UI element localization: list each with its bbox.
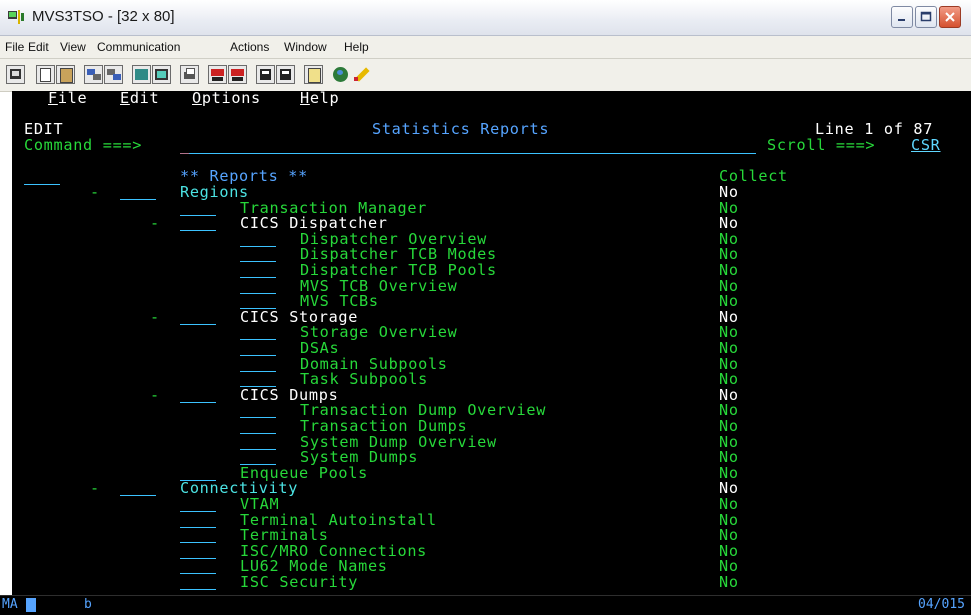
row-select-field[interactable] xyxy=(240,277,276,278)
terminal-screen[interactable]: File Edit Options Help EDIT Statistics R… xyxy=(12,90,971,595)
row-select-field[interactable] xyxy=(240,245,276,247)
macro-play-icon[interactable] xyxy=(256,65,275,84)
menu-communication[interactable]: Communication xyxy=(97,40,180,54)
toolbar xyxy=(0,59,971,92)
panel-title: Statistics Reports xyxy=(372,120,550,138)
menu-window[interactable]: Window xyxy=(284,40,327,54)
command-input-underline xyxy=(180,153,756,154)
title-bar: MVS3TSO - [32 x 80] xyxy=(0,0,971,36)
row-select-field[interactable] xyxy=(240,339,276,341)
action-file[interactable]: File xyxy=(48,90,87,107)
row-select-field[interactable] xyxy=(180,526,216,528)
print-icon[interactable] xyxy=(180,65,199,84)
row-select-field[interactable] xyxy=(240,355,276,356)
row-select-field[interactable] xyxy=(180,214,216,216)
row-select-field[interactable] xyxy=(180,557,216,559)
collapse-toggle[interactable]: - xyxy=(150,387,160,404)
collect-value[interactable]: No xyxy=(719,574,739,591)
row-select-field[interactable] xyxy=(120,199,156,200)
status-cursor-position: 04/015 xyxy=(918,597,965,612)
command-label: Command ===> xyxy=(24,136,143,154)
copy-icon[interactable] xyxy=(36,65,55,84)
action-help[interactable]: Help xyxy=(300,90,339,107)
menu-actions[interactable]: Actions xyxy=(230,40,269,54)
window-title: MVS3TSO - [32 x 80] xyxy=(32,8,175,25)
row-select-field[interactable] xyxy=(240,448,276,450)
row-select-field[interactable] xyxy=(180,230,216,232)
menu-bar: File Edit View Communication Actions Win… xyxy=(0,36,971,59)
row-select-field[interactable] xyxy=(240,417,276,419)
status-cursor-icon xyxy=(26,598,36,612)
macro-stop-icon[interactable] xyxy=(228,65,247,84)
row-select-field[interactable] xyxy=(240,433,276,434)
macro-record-icon[interactable] xyxy=(208,65,227,84)
clipboard-icon[interactable] xyxy=(304,65,323,84)
macro-pause-icon[interactable] xyxy=(276,65,295,84)
menu-view[interactable]: View xyxy=(60,40,86,54)
command-input[interactable] xyxy=(180,138,756,154)
action-edit[interactable]: Edit xyxy=(120,90,159,107)
keypad-icon[interactable] xyxy=(132,65,151,84)
minimize-button[interactable] xyxy=(891,6,913,28)
select-all-field[interactable] xyxy=(24,184,60,185)
scroll-label: Scroll ===> xyxy=(767,136,876,154)
maximize-button[interactable] xyxy=(915,6,937,28)
paste-icon[interactable] xyxy=(56,65,75,84)
send-icon[interactable] xyxy=(84,65,103,84)
emulator-window: MVS3TSO - [32 x 80] File Edit View Commu… xyxy=(0,0,971,615)
scroll-value[interactable]: CSR xyxy=(911,137,941,154)
row-select-field[interactable] xyxy=(180,573,216,575)
display-icon[interactable] xyxy=(6,65,25,84)
menu-file[interactable]: File xyxy=(5,40,24,54)
collapse-toggle[interactable]: - xyxy=(90,184,100,201)
app-icon xyxy=(8,10,24,24)
collapse-toggle[interactable]: - xyxy=(150,309,160,326)
cursor-icon: _ xyxy=(180,136,190,154)
collapse-toggle[interactable]: - xyxy=(90,481,100,497)
close-button[interactable] xyxy=(939,6,961,28)
report-label: ISC Security xyxy=(240,573,359,591)
screen-icon[interactable] xyxy=(152,65,171,84)
row-select-field[interactable] xyxy=(240,261,276,263)
status-session: b xyxy=(84,597,92,612)
receive-icon[interactable] xyxy=(104,65,123,84)
row-select-field[interactable] xyxy=(180,323,216,325)
globe-icon[interactable] xyxy=(332,65,351,84)
row-select-field[interactable] xyxy=(180,542,216,544)
edit-pencil-icon[interactable] xyxy=(352,65,371,84)
menu-edit[interactable]: Edit xyxy=(28,40,49,54)
row-select-field[interactable] xyxy=(180,511,216,512)
action-options[interactable]: Options xyxy=(192,90,261,107)
row-select-field[interactable] xyxy=(180,401,216,403)
row-select-field[interactable] xyxy=(240,292,276,294)
report-label: Regions xyxy=(180,183,249,201)
status-bar: MA b 04/015 xyxy=(0,595,971,615)
collapse-toggle[interactable]: - xyxy=(150,216,160,232)
status-mode: MA xyxy=(2,597,18,612)
row-select-field[interactable] xyxy=(120,495,156,497)
row-select-field[interactable] xyxy=(180,589,216,590)
menu-help[interactable]: Help xyxy=(344,40,369,54)
row-select-field[interactable] xyxy=(240,370,276,372)
